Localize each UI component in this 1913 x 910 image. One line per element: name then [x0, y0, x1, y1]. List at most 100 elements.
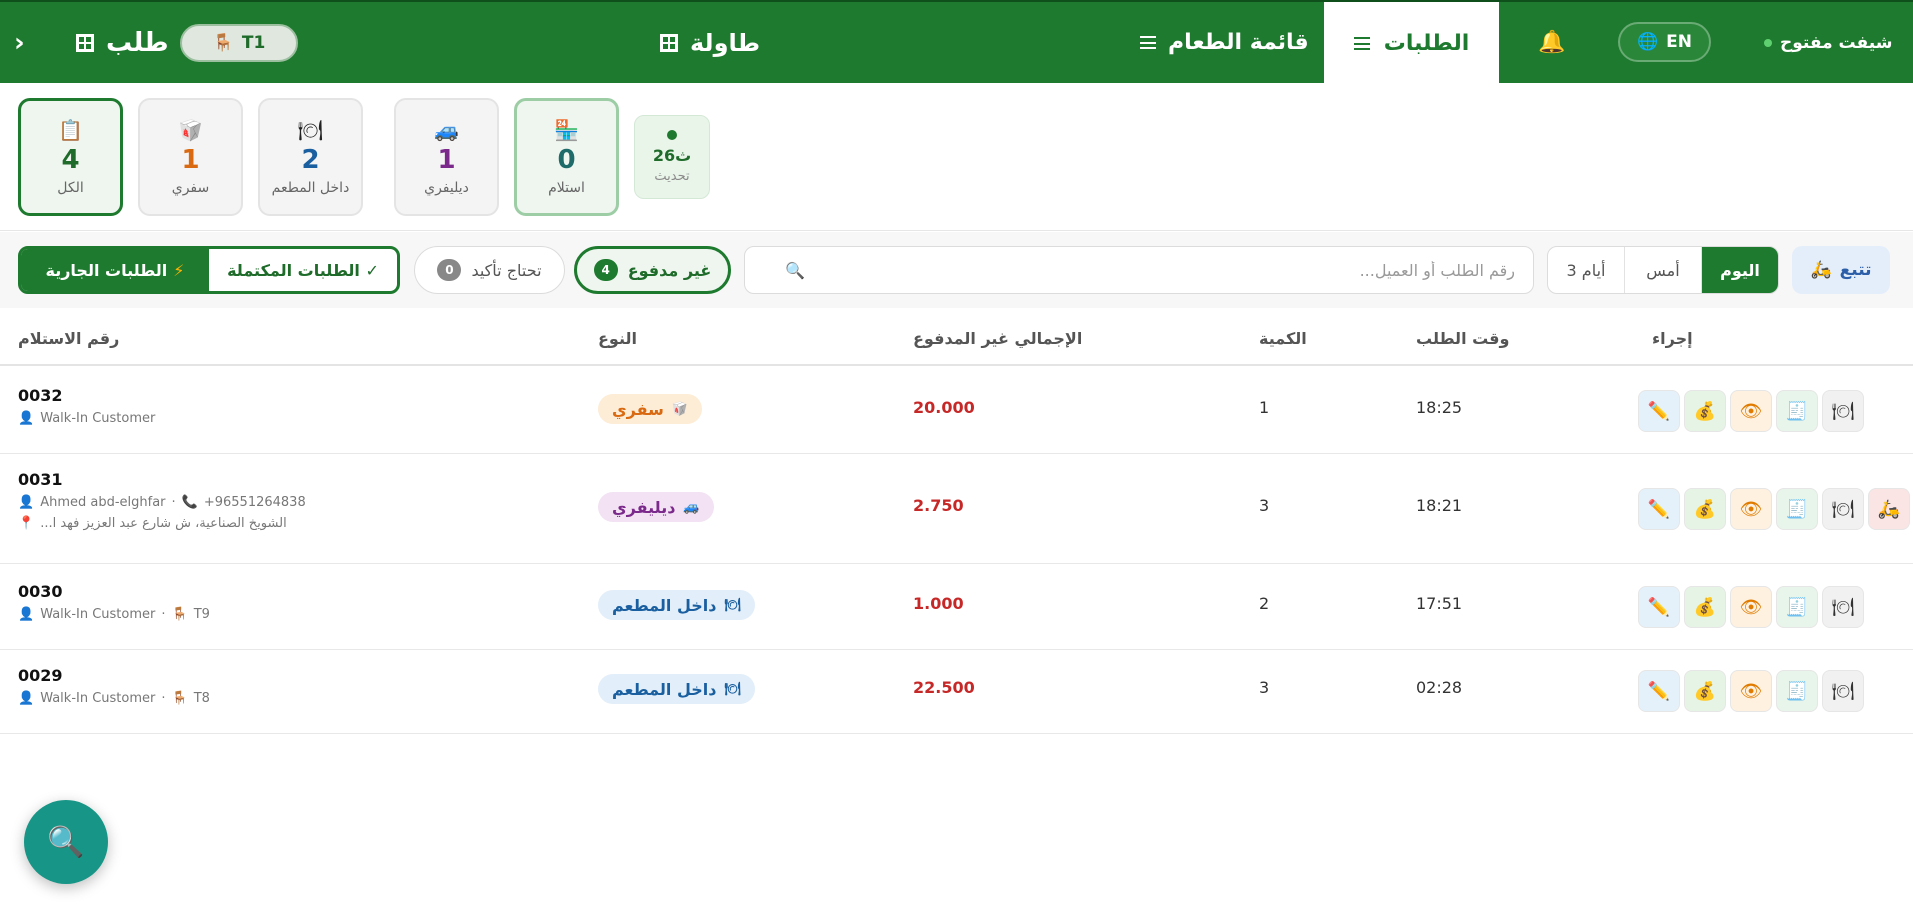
dine-button[interactable]: 🍽: [1822, 390, 1864, 432]
language-toggle[interactable]: 🌐 EN: [1618, 22, 1711, 62]
stat-safari-label: سفري: [171, 180, 210, 196]
table-pill[interactable]: 🪑 T1: [180, 24, 298, 62]
edit-button[interactable]: ✏️: [1638, 390, 1680, 432]
nav-chevron-icon[interactable]: ›: [14, 2, 25, 83]
nav-orders-tab[interactable]: الطلبات: [1324, 2, 1499, 85]
receipt-button[interactable]: 🧾: [1776, 390, 1818, 432]
person-icon: 👤: [18, 607, 35, 622]
bell-icon[interactable]: 🔔: [1538, 2, 1565, 83]
hamburger-icon: [1353, 37, 1370, 50]
stat-card-delivery[interactable]: 🚙 1 ديليفري: [394, 98, 499, 216]
stat-safari-num: 1: [181, 145, 200, 175]
plate-icon: 🍽: [1831, 596, 1855, 618]
col-type: النوع: [598, 328, 637, 348]
view-button[interactable]: 👁: [1730, 390, 1772, 432]
order-time: 17:51: [1416, 594, 1463, 613]
edit-button[interactable]: ✏️: [1638, 670, 1680, 712]
stat-card-all[interactable]: 📋 4 الكل: [18, 98, 123, 216]
chair-icon: 🪑: [171, 607, 188, 622]
type-badge: داخل المطعم 🍽: [598, 674, 755, 704]
stat-delivery-label: ديليفري: [424, 180, 469, 196]
dine-button[interactable]: 🍽: [1822, 488, 1864, 530]
table-row[interactable]: 0031 👤 Ahmed abd-elghfar · 📞 +9655126483…: [0, 454, 1913, 564]
nav-tables-label: طاولة: [690, 28, 761, 57]
pay-button[interactable]: 💰: [1684, 390, 1726, 432]
refresh-label: تحديث: [654, 169, 690, 184]
nav-orders-label: الطلبات: [1383, 31, 1470, 56]
money-bag-icon: 💰: [1693, 680, 1717, 702]
col-order-time: وقت الطلب: [1416, 328, 1510, 348]
receipt-icon: 🧾: [1785, 400, 1809, 422]
stat-pickup-label: استلام: [548, 180, 585, 196]
search-input[interactable]: [815, 260, 1515, 280]
store-icon: 🏪: [554, 118, 579, 142]
dine-button[interactable]: 🍽: [1822, 586, 1864, 628]
unpaid-amount: 1.000: [913, 594, 964, 613]
receipt-icon: 🧾: [1785, 596, 1809, 618]
receipt-button[interactable]: 🧾: [1776, 586, 1818, 628]
stat-dinein-label: داخل المطعم: [271, 180, 350, 196]
stat-card-pickup[interactable]: 🏪 0 استلام: [514, 98, 619, 216]
chair-icon: 🪑: [212, 33, 234, 53]
scooter-icon: 🛵: [1810, 260, 1832, 280]
stat-card-safari[interactable]: 🥡 1 سفري: [138, 98, 243, 216]
view-button[interactable]: 👁: [1730, 488, 1772, 530]
pay-button[interactable]: 💰: [1684, 670, 1726, 712]
completed-orders-tab[interactable]: الطلبات المكتملة ✓: [209, 249, 397, 291]
pay-button[interactable]: 💰: [1684, 586, 1726, 628]
date-yesterday[interactable]: أمس: [1625, 247, 1702, 293]
track-button[interactable]: 🛵 تتبع: [1792, 246, 1890, 294]
type-badge: سفري 🥡: [598, 394, 703, 424]
order-time: 02:28: [1416, 678, 1463, 697]
customer-name: Walk-In Customer: [40, 691, 156, 706]
money-bag-icon: 💰: [1693, 400, 1717, 422]
edit-button[interactable]: ✏️: [1638, 488, 1680, 530]
globe-icon: 🌐: [1636, 32, 1659, 52]
search-box: 🔍: [744, 246, 1534, 294]
edit-button[interactable]: ✏️: [1638, 586, 1680, 628]
needs-confirm-filter[interactable]: 0 تحتاج تأكيد: [414, 246, 565, 294]
nav-menu-label: قائمة الطعام: [1168, 30, 1309, 55]
receipt-number: 0030: [18, 582, 63, 601]
refresh-indicator[interactable]: 26ث تحديث: [634, 115, 710, 199]
stat-dinein-num: 2: [301, 145, 320, 175]
pencil-icon: ✏️: [1647, 400, 1671, 422]
shift-status-label: شيفت مفتوح: [1780, 32, 1893, 53]
search-icon: 🔍: [47, 824, 85, 860]
pin-icon: 📍: [18, 516, 35, 531]
nav-menu[interactable]: قائمة الطعام: [1140, 2, 1309, 83]
date-3days[interactable]: 3 أيام: [1548, 247, 1625, 293]
plate-icon: 🍽: [724, 681, 741, 697]
filter-bar: الطلبات الجارية ⚡ الطلبات المكتملة ✓ 0 ت…: [0, 232, 1913, 308]
eye-icon: 👁: [1739, 680, 1763, 702]
stat-card-dinein[interactable]: 🍽 2 داخل المطعم: [258, 98, 363, 216]
receipt-button[interactable]: 🧾: [1776, 488, 1818, 530]
pay-button[interactable]: 💰: [1684, 488, 1726, 530]
plate-icon: 🍽: [1831, 400, 1855, 422]
quantity: 3: [1259, 496, 1270, 515]
stat-delivery-num: 1: [437, 145, 456, 175]
floating-search-button[interactable]: 🔍: [24, 800, 108, 884]
eye-icon: 👁: [1739, 596, 1763, 618]
view-button[interactable]: 👁: [1730, 670, 1772, 712]
unpaid-filter[interactable]: 4 غير مدفوع: [574, 246, 731, 294]
lightning-icon: ⚡: [173, 260, 185, 280]
refresh-countdown: 26ث: [652, 146, 692, 165]
order-title[interactable]: طلب: [76, 2, 169, 83]
hamburger-icon: [1140, 36, 1156, 49]
running-orders-tab[interactable]: الطلبات الجارية ⚡: [21, 249, 209, 291]
table-row[interactable]: 0032 👤 Walk-In Customer سفري 🥡 20.000 1 …: [0, 368, 1913, 454]
table-row[interactable]: 0029 👤 Walk-In Customer · 🪑 T8 داخل المط…: [0, 650, 1913, 734]
date-today[interactable]: اليوم: [1702, 247, 1778, 293]
car-icon: 🚙: [683, 499, 700, 515]
receipt-button[interactable]: 🧾: [1776, 670, 1818, 712]
dine-button[interactable]: 🍽: [1822, 670, 1864, 712]
pencil-icon: ✏️: [1647, 596, 1671, 618]
type-label: داخل المطعم: [612, 595, 717, 615]
money-bag-icon: 💰: [1693, 596, 1717, 618]
nav-tables[interactable]: طاولة: [660, 2, 760, 83]
table-row[interactable]: 0030 👤 Walk-In Customer · 🪑 T9 داخل المط…: [0, 564, 1913, 650]
needs-confirm-label: تحتاج تأكيد: [471, 260, 542, 280]
view-button[interactable]: 👁: [1730, 586, 1772, 628]
track-delivery-button[interactable]: 🛵: [1868, 488, 1910, 530]
